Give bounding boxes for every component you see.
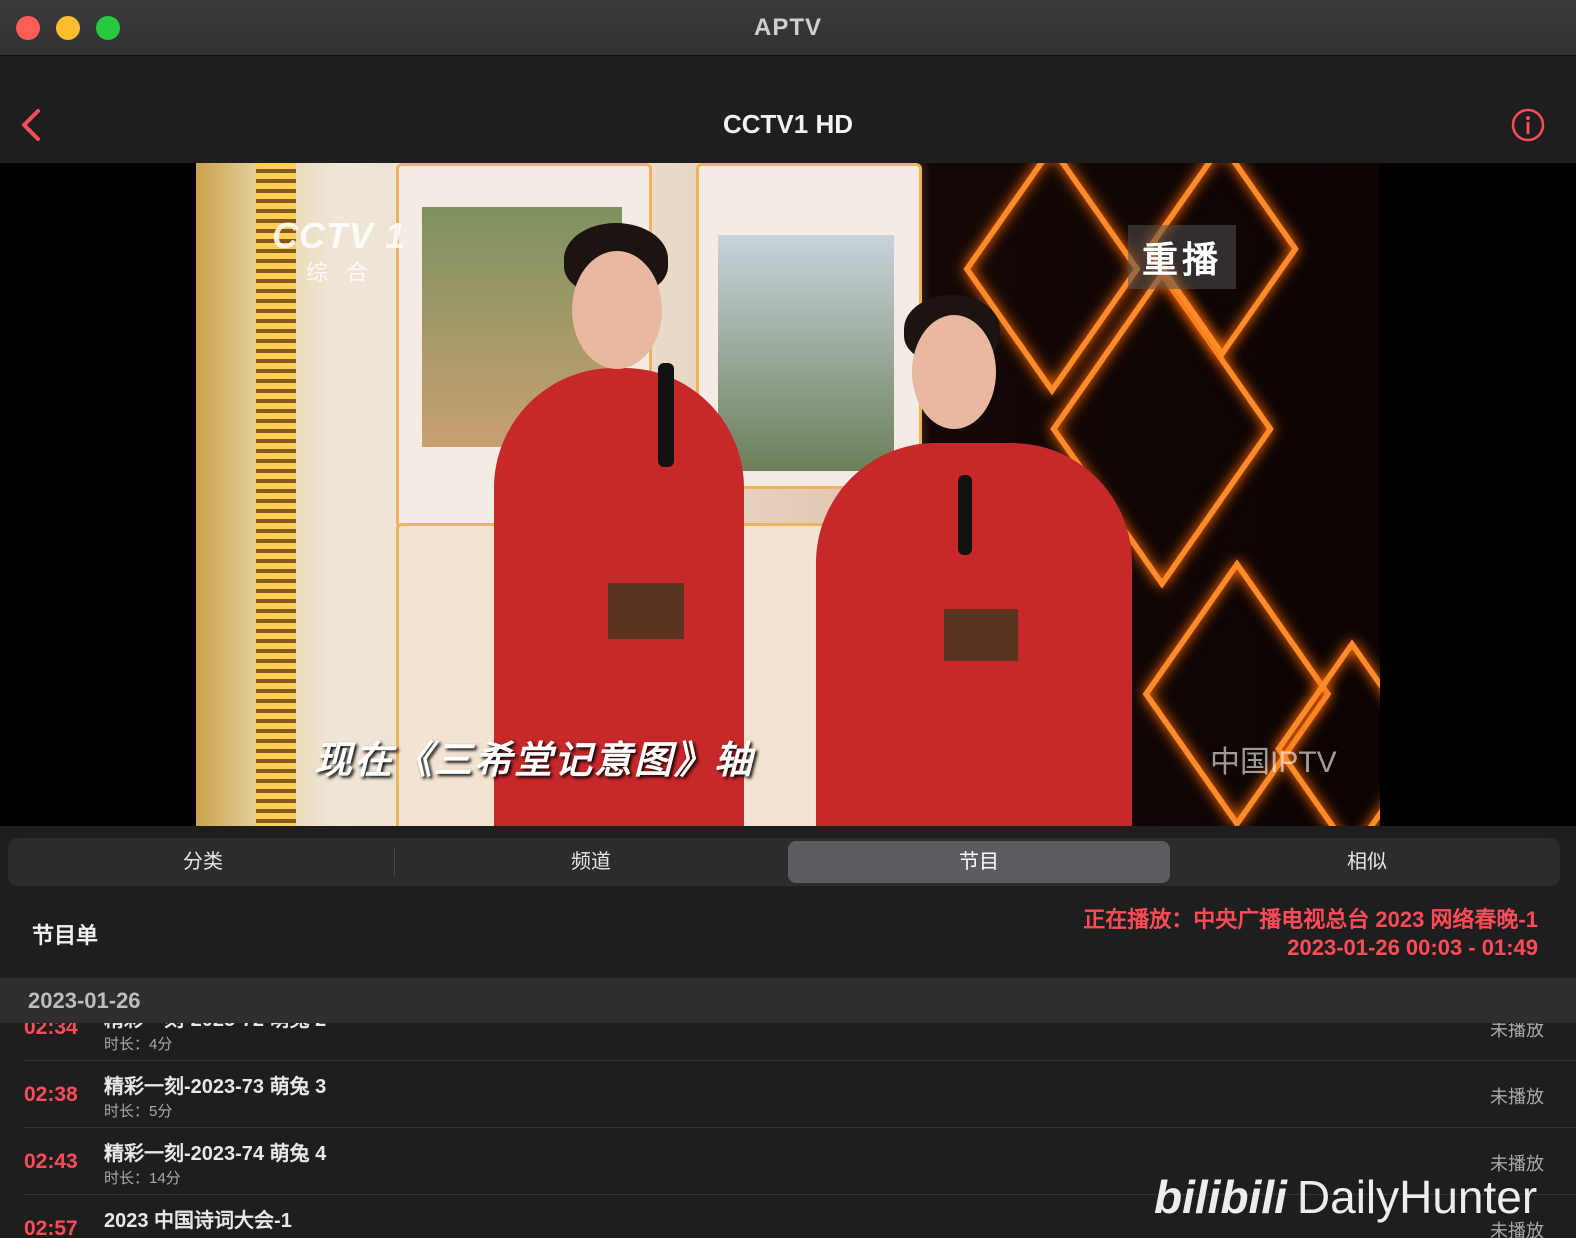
replay-badge: 重播	[1128, 225, 1237, 289]
window-titlebar: APTV	[0, 0, 1576, 56]
now-playing-time: 2023-01-26 00:03 - 01:49	[1287, 935, 1538, 960]
program-duration: 时长：14分	[104, 1170, 181, 1187]
tab-divider	[394, 848, 395, 876]
tab-channel[interactable]: 频道	[400, 841, 782, 883]
tab-category[interactable]: 分类	[12, 841, 394, 883]
video-player[interactable]: CCTV 1 综合 重播 现在《三希堂记意图》轴 中国IPTV	[0, 163, 1576, 826]
date-label: 2023-01-26	[28, 988, 141, 1013]
bilibili-logo: bilibili	[1154, 1171, 1287, 1223]
video-uploader-watermark: bilibili DailyHunter	[1154, 1170, 1537, 1224]
program-time: 02:57	[24, 1217, 78, 1238]
host-right-head	[912, 315, 996, 429]
stage-lights	[256, 163, 296, 826]
tab-program[interactable]: 节目	[788, 841, 1170, 883]
stage-photo	[718, 235, 894, 471]
program-time: 02:43	[24, 1150, 78, 1173]
program-title: 精彩一刻-2023-74 萌兔 4	[104, 1143, 327, 1165]
microphone	[658, 363, 674, 467]
watermark-text: DailyHunter	[1296, 1171, 1538, 1223]
window-title: APTV	[753, 14, 822, 41]
belt	[944, 609, 1018, 661]
now-playing-title: 正在播放：中央广播电视总台 2023 网络春晚-1	[1083, 907, 1538, 932]
channel-logo-sub: 综合	[306, 260, 387, 285]
channel-logo: CCTV 1	[272, 215, 407, 256]
iptv-watermark: 中国IPTV	[1210, 746, 1337, 779]
navigation-bar: CCTV1 HD	[0, 57, 1576, 163]
program-status: 未播放	[1490, 1087, 1544, 1107]
microphone	[958, 475, 972, 555]
tab-similar[interactable]: 相似	[1176, 841, 1558, 883]
date-section-header: 2023-01-26	[0, 978, 1576, 1023]
now-playing: 正在播放：中央广播电视总台 2023 网络春晚-1 2023-01-26 00:…	[1083, 906, 1538, 962]
host-left-head	[572, 251, 662, 369]
channel-title: CCTV1 HD	[722, 109, 853, 139]
schedule-title: 节目单	[32, 923, 99, 948]
video-frame[interactable]: CCTV 1 综合 重播 现在《三希堂记意图》轴 中国IPTV	[196, 163, 1380, 826]
program-title: 精彩一刻-2023-73 萌兔 3	[104, 1076, 327, 1098]
program-time: 02:38	[24, 1083, 78, 1106]
program-duration: 时长：5分	[104, 1103, 173, 1120]
info-circle-icon	[1511, 108, 1545, 142]
schedule-header: 节目单 正在播放：中央广播电视总台 2023 网络春晚-1 2023-01-26…	[0, 892, 1576, 978]
program-duration: 时长：4分	[104, 1036, 173, 1053]
program-row[interactable]: 02:38 精彩一刻-2023-73 萌兔 3 时长：5分 未播放	[0, 1061, 1576, 1128]
video-caption: 现在《三希堂记意图》轴	[314, 740, 755, 782]
belt	[608, 583, 684, 639]
segmented-tabs: 分类 频道 节目 相似	[8, 838, 1560, 886]
program-title: 2023 中国诗词大会-1	[104, 1210, 292, 1232]
info-button[interactable]	[1510, 107, 1546, 143]
